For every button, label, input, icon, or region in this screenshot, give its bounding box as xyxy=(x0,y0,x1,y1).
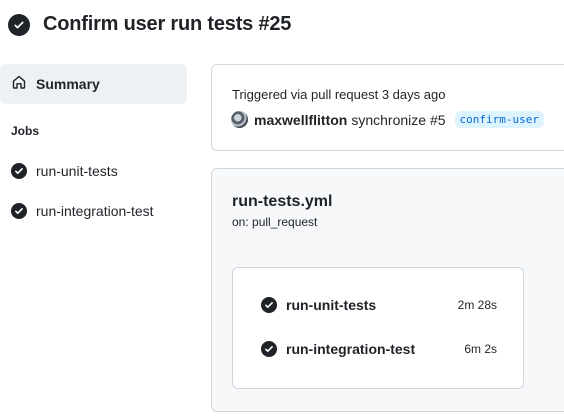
graph-job-run-integration-test[interactable]: run-integration-test 6m 2s xyxy=(261,341,497,357)
pull-request-event: synchronize #5 xyxy=(351,111,446,128)
graph-job-name: run-unit-tests xyxy=(286,297,377,313)
check-circle-icon xyxy=(11,203,27,219)
username-link[interactable]: maxwellflitton xyxy=(254,112,347,128)
branch-badge[interactable]: confirm-user xyxy=(454,111,545,128)
check-circle-icon xyxy=(11,163,27,179)
graph-job-run-unit-tests[interactable]: run-unit-tests 2m 28s xyxy=(261,297,497,313)
check-circle-icon xyxy=(261,297,277,313)
page-title-workflow: Confirm user xyxy=(43,13,166,35)
workflow-trigger-event: on: pull_request xyxy=(232,215,318,229)
sidebar-item-label: Summary xyxy=(36,76,100,92)
workflow-graph: run-unit-tests 2m 28s run-integration-te… xyxy=(232,267,524,389)
workflow-run-header: Confirm user run tests #25 xyxy=(8,13,291,36)
workflow-graph-card: run-tests.yml on: pull_request run-unit-… xyxy=(211,168,564,412)
trigger-card: Triggered via pull request 3 days ago ma… xyxy=(211,64,564,151)
check-circle-icon xyxy=(261,341,277,357)
graph-job-name: run-integration-test xyxy=(286,341,416,357)
page-title-run: run tests #25 xyxy=(165,13,292,35)
sidebar-job-run-unit-tests[interactable]: run-unit-tests xyxy=(11,163,118,179)
trigger-text: Triggered via pull request 3 days ago xyxy=(232,87,446,102)
avatar[interactable] xyxy=(231,111,248,128)
trigger-details: maxwellflitton synchronize #5 confirm-us… xyxy=(231,111,545,128)
graph-job-duration: 6m 2s xyxy=(464,342,497,356)
workflow-file-name: run-tests.yml xyxy=(232,193,333,210)
sidebar-item-summary[interactable]: Summary xyxy=(0,64,187,104)
graph-job-duration: 2m 28s xyxy=(457,298,497,312)
home-icon xyxy=(11,74,27,95)
sidebar-job-label: run-unit-tests xyxy=(36,163,118,179)
jobs-heading: Jobs xyxy=(11,124,40,138)
sidebar-job-run-integration-test[interactable]: run-integration-test xyxy=(11,203,154,219)
page-title: Confirm user run tests #25 xyxy=(43,13,291,36)
check-circle-icon xyxy=(8,13,30,36)
sidebar-job-label: run-integration-test xyxy=(36,203,154,219)
